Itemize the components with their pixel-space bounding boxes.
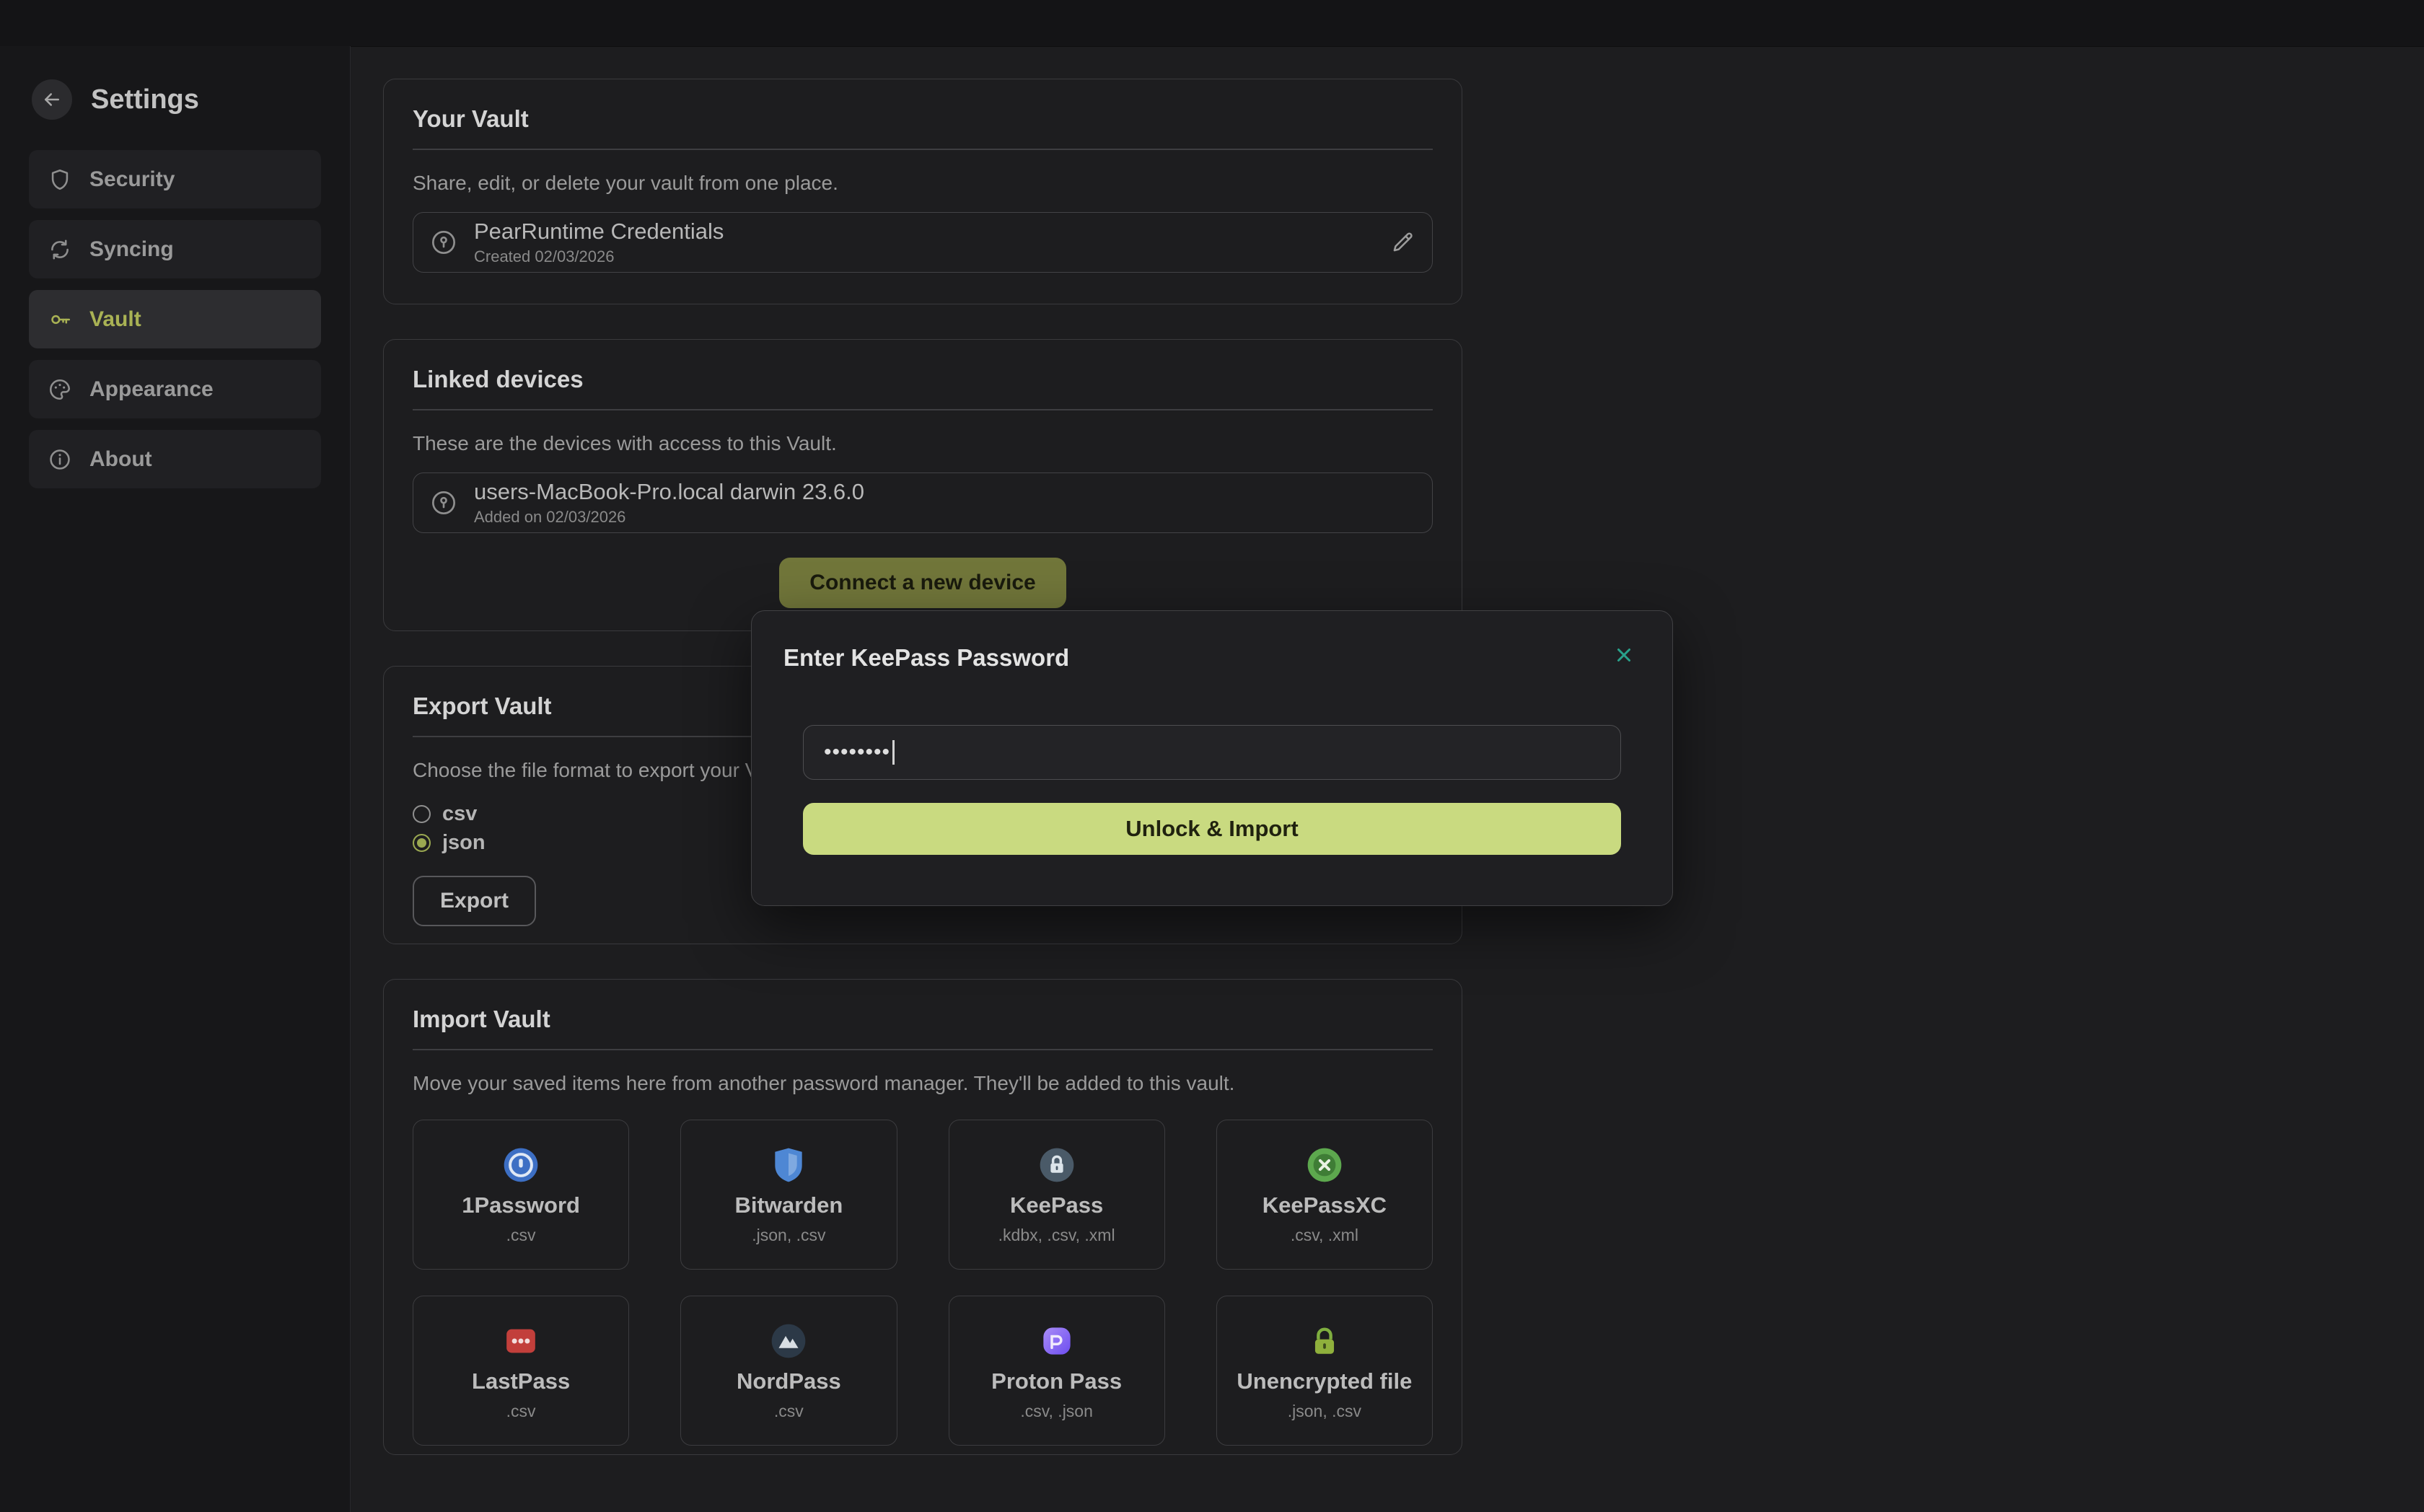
password-masked-value: •••••••• [824,742,890,763]
import-tile-1password[interactable]: 1Password .csv [413,1120,629,1270]
bitwarden-icon [768,1145,809,1185]
info-icon [48,447,72,472]
export-button[interactable]: Export [413,876,536,926]
device-row-text: users-MacBook-Pro.local darwin 23.6.0 Ad… [474,479,864,527]
sidebar-item-label: Vault [89,307,141,332]
sidebar-header: Settings [0,79,350,120]
unlock-import-button[interactable]: Unlock & Import [803,803,1621,855]
back-arrow-icon [41,89,63,110]
keepass-icon [1037,1145,1077,1185]
sidebar-item-label: Security [89,167,175,192]
divider [413,1049,1433,1050]
modal-title: Enter KeePass Password [783,644,1069,672]
vault-created-date: Created 02/03/2026 [474,247,724,266]
edit-vault-button[interactable] [1389,229,1416,256]
provider-formats: .json, .csv [752,1226,825,1245]
lastpass-icon [501,1321,541,1361]
sidebar-item-security[interactable]: Security [29,150,321,208]
linked-devices-title: Linked devices [413,366,1433,393]
import-vault-description: Move your saved items here from another … [413,1072,1433,1095]
your-vault-title: Your Vault [413,105,1433,133]
provider-name: LastPass [472,1368,570,1394]
device-name: users-MacBook-Pro.local darwin 23.6.0 [474,479,864,505]
keepass-password-modal: Enter KeePass Password •••••••• Unlock &… [751,610,1673,906]
sidebar-item-about[interactable]: About [29,430,321,488]
sidebar-item-label: Appearance [89,377,214,402]
vault-row[interactable]: PearRuntime Credentials Created 02/03/20… [413,212,1433,273]
radio-csv[interactable] [413,805,431,823]
import-tile-unencrypted[interactable]: Unencrypted file .json, .csv [1216,1296,1433,1446]
palette-icon [48,377,72,402]
provider-name: Proton Pass [991,1368,1122,1394]
sidebar-item-label: About [89,447,152,472]
radio-csv-label: csv [442,802,477,826]
sidebar-item-appearance[interactable]: Appearance [29,360,321,418]
keepassxc-icon [1304,1145,1345,1185]
page-title: Settings [91,84,199,115]
provider-formats: .json, .csv [1288,1402,1361,1421]
vault-name: PearRuntime Credentials [474,219,724,245]
import-vault-title: Import Vault [413,1006,1433,1033]
provider-name: Unencrypted file [1237,1368,1412,1394]
provider-name: NordPass [737,1368,841,1394]
import-tile-keepass[interactable]: KeePass .kdbx, .csv, .xml [949,1120,1165,1270]
linked-devices-description: These are the devices with access to thi… [413,432,1433,455]
unencrypted-file-icon [1304,1321,1345,1361]
divider [413,409,1433,410]
provider-formats: .csv [774,1402,804,1421]
text-cursor [892,740,895,765]
password-input[interactable]: •••••••• [803,725,1621,780]
onepassword-icon [501,1145,541,1185]
provider-formats: .kdbx, .csv, .xml [998,1226,1115,1245]
nordpass-icon [768,1321,809,1361]
sync-icon [48,237,72,262]
radio-json-label: json [442,831,486,855]
provider-name: KeePassXC [1262,1192,1387,1218]
shield-icon [48,167,72,192]
protonpass-icon [1037,1321,1077,1361]
key-icon [48,307,72,332]
settings-screen: Settings Security Syncing Vault [0,0,2424,1512]
import-tile-nordpass[interactable]: NordPass .csv [680,1296,897,1446]
radio-json[interactable] [413,834,431,852]
keyhole-icon [429,488,458,517]
sidebar-nav: Security Syncing Vault Appearance [0,150,350,488]
import-vault-card: Import Vault Move your saved items here … [383,979,1462,1455]
provider-formats: .csv, .xml [1291,1226,1358,1245]
connect-button-wrap: Connect a new device [413,558,1433,608]
provider-formats: .csv [506,1226,536,1245]
import-tile-bitwarden[interactable]: Bitwarden .json, .csv [680,1120,897,1270]
linked-devices-card: Linked devices These are the devices wit… [383,339,1462,631]
provider-name: KeePass [1010,1192,1103,1218]
provider-formats: .csv, .json [1020,1402,1093,1421]
provider-name: 1Password [462,1192,580,1218]
vault-row-text: PearRuntime Credentials Created 02/03/20… [474,219,724,266]
settings-sidebar: Settings Security Syncing Vault [0,46,351,1512]
close-icon [1613,644,1635,666]
divider [413,149,1433,150]
edit-pencil-icon [1389,229,1416,256]
import-tile-lastpass[interactable]: LastPass .csv [413,1296,629,1446]
device-row: users-MacBook-Pro.local darwin 23.6.0 Ad… [413,472,1433,533]
connect-new-device-button[interactable]: Connect a new device [779,558,1066,608]
close-button[interactable] [1607,638,1641,672]
import-tile-keepassxc[interactable]: KeePassXC .csv, .xml [1216,1120,1433,1270]
provider-name: Bitwarden [734,1192,843,1218]
window-titlebar [0,0,2424,47]
back-button[interactable] [32,79,72,120]
import-tile-protonpass[interactable]: Proton Pass .csv, .json [949,1296,1165,1446]
your-vault-description: Share, edit, or delete your vault from o… [413,172,1433,195]
provider-formats: .csv [506,1402,536,1421]
keyhole-icon [429,228,458,257]
device-added-date: Added on 02/03/2026 [474,508,864,527]
your-vault-card: Your Vault Share, edit, or delete your v… [383,79,1462,304]
import-providers-grid: 1Password .csv Bitwarden .json, .csv Kee… [413,1120,1433,1446]
sidebar-item-vault[interactable]: Vault [29,290,321,348]
sidebar-item-label: Syncing [89,237,174,262]
sidebar-item-syncing[interactable]: Syncing [29,220,321,278]
